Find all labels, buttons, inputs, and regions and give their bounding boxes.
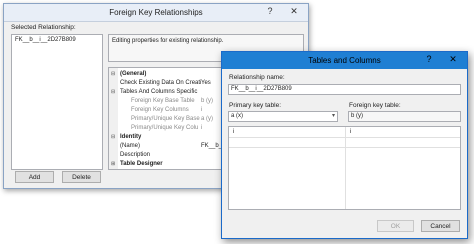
property-label: Foreign Key Base Table — [131, 98, 195, 104]
primary-key-table-select[interactable]: a (x) ▾ — [228, 111, 338, 122]
property-label: Primary/Unique Key Colu — [131, 125, 199, 131]
pk-column-cell[interactable]: i — [233, 129, 234, 135]
columns-grid-row-line — [229, 147, 460, 148]
property-value[interactable]: b (y) — [201, 97, 213, 106]
property-label: Table Designer — [120, 161, 163, 167]
property-label: (General) — [120, 71, 147, 77]
primary-key-table-label: Primary key table: — [229, 102, 282, 109]
relationship-list[interactable]: FK__b__i__2D27B809 — [11, 34, 103, 170]
property-label: (Name) — [120, 143, 141, 149]
foreign-key-table-field: b (y) — [348, 111, 461, 122]
property-label: Primary/Unique Key Base — [131, 116, 200, 122]
columns-grid[interactable]: i i — [228, 126, 461, 210]
expand-icon[interactable]: ⊞ — [111, 160, 115, 169]
close-button[interactable]: ✕ — [282, 4, 306, 19]
fk-column-cell[interactable]: i — [350, 129, 351, 135]
property-label: Foreign Key Columns — [131, 107, 189, 113]
ok-button[interactable]: OK — [377, 220, 414, 232]
columns-grid-row-line — [229, 137, 460, 138]
description-text: Editing properties for existing relation… — [112, 38, 224, 44]
relationship-list-item[interactable]: FK__b__i__2D27B809 — [15, 37, 76, 43]
property-label: Identity — [120, 134, 142, 140]
collapse-icon[interactable]: ⊟ — [111, 133, 115, 142]
relationship-name-input[interactable]: FK__b__i__2D27B809 — [228, 84, 461, 95]
columns-grid-divider — [345, 127, 346, 209]
foreign-key-table-label: Foreign key table: — [349, 102, 401, 109]
property-label: Tables And Columns Specific — [120, 89, 198, 95]
property-label: Description — [120, 152, 151, 158]
help-button[interactable]: ? — [258, 4, 282, 19]
tc-close-button[interactable]: ✕ — [441, 52, 465, 67]
fk-dialog-titlebar: Foreign Key Relationships ? ✕ — [4, 4, 308, 22]
chevron-down-icon[interactable]: ▾ — [332, 112, 335, 119]
foreign-key-table-value: b (y) — [351, 113, 363, 119]
selected-relationship-label: Selected Relationship: — [11, 24, 76, 31]
cancel-button[interactable]: Cancel — [421, 220, 460, 232]
delete-button[interactable]: Delete — [62, 171, 101, 183]
add-button[interactable]: Add — [15, 171, 54, 183]
property-label: Check Existing Data On Creati — [120, 80, 202, 86]
property-value[interactable]: Yes — [201, 79, 211, 88]
tables-and-columns-dialog: Tables and Columns ? ✕ Relationship name… — [221, 51, 468, 239]
collapse-icon[interactable]: ⊟ — [111, 70, 115, 79]
relationship-name-label: Relationship name: — [229, 74, 285, 81]
relationship-name-value: FK__b__i__2D27B809 — [231, 86, 292, 92]
tc-help-button[interactable]: ? — [417, 52, 441, 67]
primary-key-table-value: a (x) — [231, 113, 243, 119]
property-value[interactable]: i — [201, 124, 202, 133]
property-value[interactable]: a (y) — [201, 115, 213, 124]
property-value[interactable]: i — [201, 106, 202, 115]
collapse-icon[interactable]: ⊟ — [111, 88, 115, 97]
tc-dialog-titlebar: Tables and Columns ? ✕ — [222, 52, 467, 69]
